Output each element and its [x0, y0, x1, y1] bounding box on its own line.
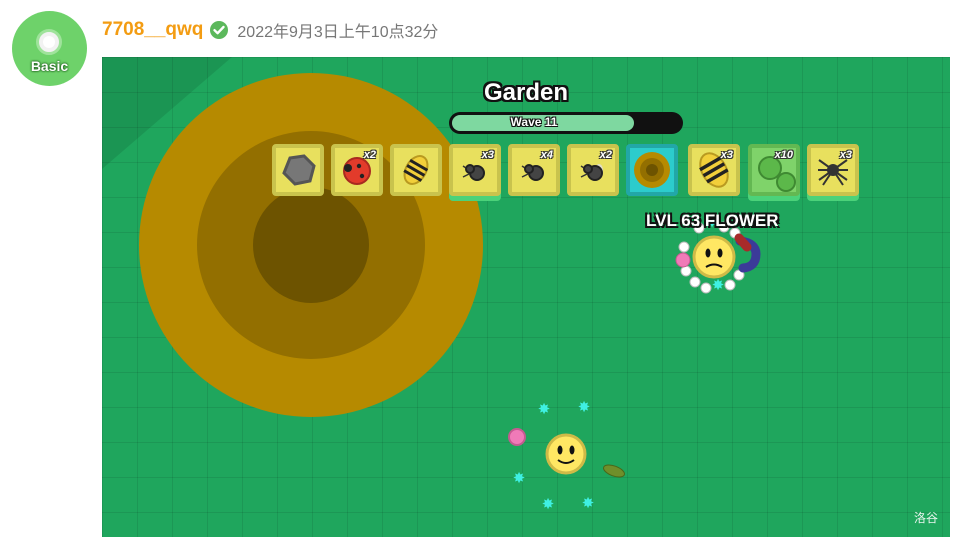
- post-timestamp: 2022年9月3日上午10点32分: [237, 24, 439, 41]
- mob-card-bee: [390, 144, 442, 196]
- mob-card-soldier-ant: x2: [567, 144, 619, 196]
- svg-text:✸: ✸: [712, 277, 725, 294]
- player-flower: ✸ ✸ ✸ ✸ ✸: [508, 399, 625, 513]
- wave-progress-bar: Wave 11: [449, 112, 683, 134]
- game-screenshot: ✸ ✸ ✸ ✸ ✸ ✸ ✸ Garden Wave 11 x2 x3 x4 x2…: [102, 57, 950, 537]
- svg-text:✸: ✸: [538, 401, 551, 418]
- bee-icon: [403, 155, 429, 185]
- watermark: 洛谷: [913, 511, 938, 525]
- username-link[interactable]: 7708__qwq: [102, 19, 203, 41]
- flower-level-label: LVL 63 FLOWER: [646, 211, 779, 230]
- mob-card-rock: [272, 144, 324, 196]
- flower-avatar-icon: [36, 29, 62, 55]
- ant-hole-icon: [634, 152, 670, 188]
- mob-card-cactus: x10: [748, 144, 800, 196]
- mob-card-ant: x3: [449, 144, 501, 196]
- avatar[interactable]: Basic: [12, 11, 87, 86]
- post-header: 7708__qwq 2022年9月3日上午10点32分: [102, 17, 438, 43]
- mob-card-ant-hole: [626, 144, 678, 196]
- mob-card-spider: x3: [807, 144, 859, 196]
- mob-card-ant-2: x4: [508, 144, 560, 196]
- svg-text:✸: ✸: [513, 470, 526, 487]
- svg-text:✸: ✸: [578, 399, 591, 416]
- svg-text:✸: ✸: [582, 495, 595, 512]
- ant-hole: [139, 73, 483, 417]
- mob-card-ladybug: x2: [331, 144, 383, 196]
- verified-icon: [210, 21, 229, 39]
- wave-label: Wave 11: [510, 115, 558, 129]
- rock-icon: [282, 154, 316, 186]
- mob-card-bee-2: x3: [688, 144, 740, 196]
- avatar-badge: Basic: [30, 58, 69, 74]
- biome-title: Garden: [483, 79, 569, 106]
- svg-text:✸: ✸: [542, 496, 555, 513]
